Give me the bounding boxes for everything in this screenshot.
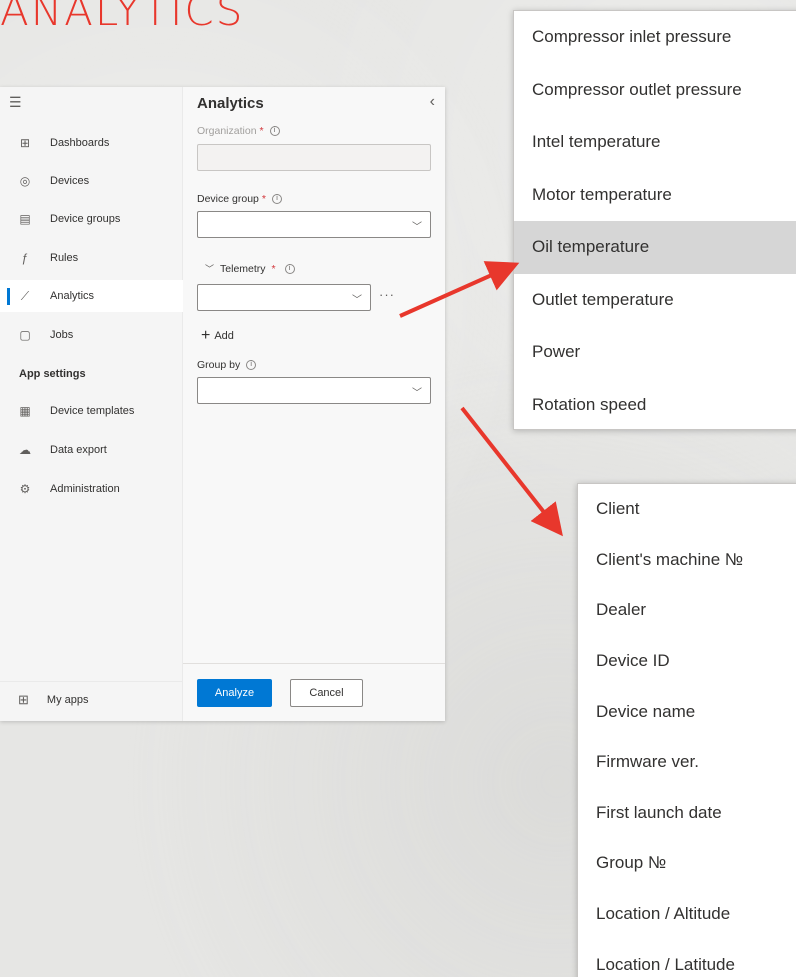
sidebar-item-analytics[interactable]: ⟋ Analytics: [0, 280, 183, 312]
sidebar-item-device-templates[interactable]: ▦ Device templates: [0, 395, 183, 427]
group-by-label: Group by i: [197, 359, 257, 371]
required-asterisk: *: [261, 193, 266, 205]
info-icon[interactable]: i: [284, 263, 295, 274]
device-groups-icon: ▤: [19, 212, 31, 226]
info-icon[interactable]: i: [246, 360, 257, 370]
apps-grid-icon: ⊞: [18, 691, 29, 707]
dropdown-option[interactable]: Rotation speed: [514, 379, 796, 432]
sidebar-item-label: Data export: [50, 444, 107, 456]
device-templates-icon: ▦: [19, 404, 31, 418]
analytics-icon: ⟋: [20, 288, 30, 303]
dropdown-option[interactable]: Power: [514, 326, 796, 379]
info-icon[interactable]: i: [271, 194, 282, 204]
sidebar: ☰ ⊞ Dashboards ◎ Devices ▤ Device groups…: [0, 87, 183, 721]
rules-icon: ƒ: [21, 251, 29, 265]
sidebar-item-data-export[interactable]: ☁ Data export: [0, 434, 183, 466]
sidebar-item-label: Device groups: [50, 213, 121, 225]
collapse-chevron-icon[interactable]: ‹: [430, 93, 435, 111]
sidebar-item-jobs[interactable]: ▢ Jobs: [0, 319, 183, 351]
dropdown-option[interactable]: Location / Latitude: [578, 939, 796, 977]
dropdown-option[interactable]: Outlet temperature: [514, 274, 796, 327]
device-group-label-text: Device group: [197, 193, 259, 205]
cancel-button[interactable]: Cancel: [290, 679, 363, 707]
analyze-button[interactable]: Analyze: [197, 679, 272, 707]
sidebar-item-label: Devices: [50, 175, 90, 187]
panel-footer: Analyze Cancel: [183, 663, 445, 721]
telemetry-section-toggle[interactable]: ﹀ Telemetry * i: [205, 262, 295, 275]
dashboard-icon: ⊞: [19, 136, 31, 150]
plus-icon: +: [201, 327, 211, 344]
dropdown-option[interactable]: Dealer: [578, 585, 796, 636]
add-label: Add: [214, 330, 234, 342]
info-icon[interactable]: i: [269, 126, 280, 136]
dropdown-option[interactable]: Oil temperature: [514, 221, 796, 274]
sidebar-item-dashboards[interactable]: ⊞ Dashboards: [0, 127, 183, 159]
sidebar-item-label: Analytics: [50, 290, 95, 302]
telemetry-label: Telemetry: [220, 262, 266, 275]
app-settings-heading: App settings: [19, 368, 86, 380]
chevron-down-icon: ﹀: [205, 264, 215, 274]
dropdown-option[interactable]: Motor temperature: [514, 169, 796, 222]
device-group-select[interactable]: ﹀: [197, 211, 431, 238]
dropdown-option[interactable]: Device ID: [578, 636, 796, 687]
sidebar-item-device-groups[interactable]: ▤ Device groups: [0, 203, 183, 235]
dropdown-option[interactable]: Client: [578, 484, 796, 535]
sidebar-item-label: Administration: [50, 483, 120, 495]
add-telemetry-button[interactable]: + Add: [201, 327, 234, 345]
sidebar-item-rules[interactable]: ƒ Rules: [0, 242, 183, 274]
required-asterisk: *: [271, 262, 276, 275]
group-by-dropdown-list: Client Client's machine № Dealer Device ID D…: [577, 483, 796, 977]
sidebar-item-label: Dashboards: [50, 137, 110, 149]
group-by-select[interactable]: ﹀: [197, 377, 431, 404]
dropdown-option[interactable]: Firmware ver.: [578, 737, 796, 788]
chevron-down-icon: ﹀: [352, 295, 362, 306]
analytics-panel: Analytics ‹ Organization * i Device group *…: [183, 87, 445, 721]
organization-label-text: Organization: [197, 125, 257, 137]
dropdown-option[interactable]: Device name: [578, 686, 796, 737]
devices-icon: ◎: [19, 174, 31, 188]
sidebar-item-label: Rules: [50, 252, 79, 264]
dropdown-option[interactable]: Compressor inlet pressure: [514, 11, 796, 64]
app-window: ☰ ⊞ Dashboards ◎ Devices ▤ Device groups…: [0, 87, 445, 721]
dropdown-option[interactable]: Intel temperature: [514, 116, 796, 169]
dropdown-option[interactable]: Compressor outlet pressure: [514, 64, 796, 117]
required-asterisk: *: [259, 125, 264, 137]
panel-title: Analytics: [197, 95, 264, 112]
telemetry-dropdown-list: Compressor inlet pressure Compressor outl…: [513, 10, 796, 430]
chevron-down-icon: ﹀: [412, 388, 422, 399]
my-apps-button[interactable]: ⊞ My apps: [0, 681, 183, 717]
chevron-down-icon: ﹀: [412, 222, 422, 233]
dropdown-option[interactable]: Location / Altitude: [578, 889, 796, 940]
organization-label: Organization * i: [197, 125, 280, 137]
data-export-icon: ☁: [19, 443, 31, 457]
sidebar-item-administration[interactable]: ⚙ Administration: [0, 473, 183, 505]
dropdown-option[interactable]: Group №: [578, 838, 796, 889]
hamburger-menu-icon[interactable]: ☰: [9, 94, 23, 111]
sidebar-item-label: Jobs: [50, 329, 74, 341]
dropdown-option[interactable]: First launch date: [578, 788, 796, 839]
sidebar-item-devices[interactable]: ◎ Devices: [0, 165, 183, 197]
administration-icon: ⚙: [19, 482, 31, 496]
device-group-label: Device group * i: [197, 193, 282, 205]
more-options-icon[interactable]: ···: [379, 287, 395, 302]
group-by-label-text: Group by: [197, 359, 241, 371]
jobs-icon: ▢: [19, 328, 31, 342]
dropdown-option[interactable]: Client's machine №: [578, 535, 796, 586]
page-heading: ANALYTICS: [0, 0, 245, 35]
my-apps-label: My apps: [46, 693, 89, 706]
sidebar-item-label: Device templates: [50, 405, 135, 417]
telemetry-select[interactable]: ﹀: [197, 284, 371, 311]
organization-field: [197, 144, 431, 171]
